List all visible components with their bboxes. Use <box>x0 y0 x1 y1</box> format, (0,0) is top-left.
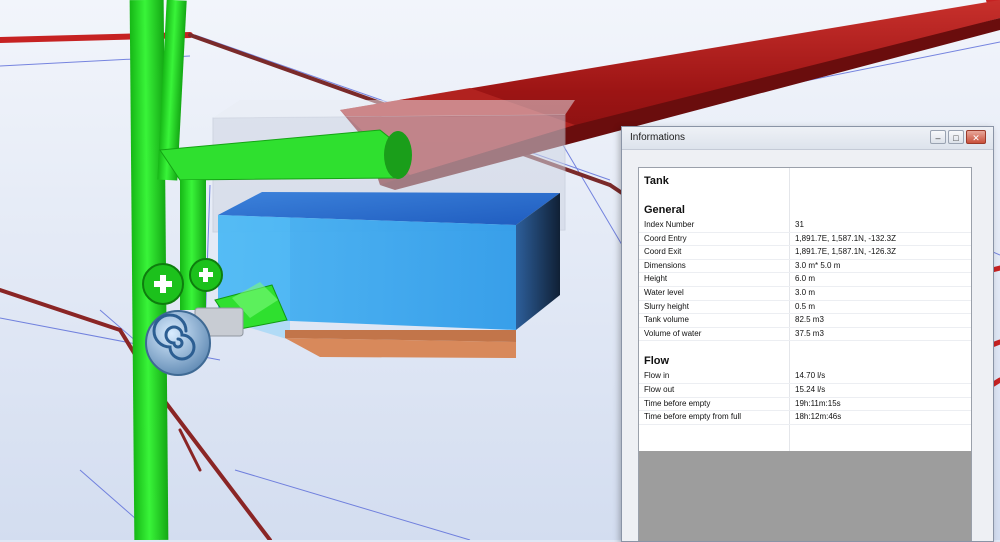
property-row: Time before empty 19h:11m:15s <box>639 398 971 412</box>
property-label: Water level <box>644 287 684 297</box>
property-label: Slurry height <box>644 301 689 311</box>
property-value: 1,891.7E, 1,587.1N, -132.3Z <box>795 233 896 243</box>
property-value: 14.70 l/s <box>795 371 826 381</box>
property-value: 0.5 m <box>795 301 816 311</box>
property-value: 82.5 m3 <box>795 315 824 325</box>
property-label: Tank volume <box>644 315 689 325</box>
property-row: Tank volume 82.5 m3 <box>639 314 971 328</box>
property-label: Coord Exit <box>644 247 682 257</box>
property-value: 15.24 l/s <box>795 384 826 394</box>
property-value: 31 <box>795 220 804 229</box>
property-label: Height <box>644 274 668 284</box>
property-row: Coord Entry 1,891.7E, 1,587.1N, -132.3Z <box>639 233 971 247</box>
property-row: Height 6.0 m <box>639 273 971 287</box>
property-label: Time before empty from full <box>644 412 742 422</box>
minimize-button[interactable]: – <box>930 130 946 144</box>
property-row: Index Number 31 <box>639 219 971 233</box>
property-label: Flow out <box>644 384 675 394</box>
property-label: Time before empty <box>644 398 711 408</box>
property-value: 3.0 m <box>795 287 816 297</box>
maximize-button[interactable]: □ <box>948 130 964 144</box>
property-row: Slurry height 0.5 m <box>639 301 971 315</box>
property-row: Coord Exit 1,891.7E, 1,587.1N, -126.3Z <box>639 246 971 260</box>
property-row: Dimensions 3.0 m* 5.0 m <box>639 260 971 274</box>
property-label: Volume of water <box>644 328 702 338</box>
empty-panel-area <box>639 451 971 541</box>
window-title: Informations <box>630 132 686 143</box>
informations-window[interactable]: Informations – □ ✕ Tank General Index Nu… <box>621 126 994 542</box>
add-icon[interactable] <box>142 263 184 305</box>
property-row: Flow in 14.70 l/s <box>639 370 971 384</box>
property-row: Time before empty from full 18h:12m:46s <box>639 411 971 425</box>
close-button[interactable]: ✕ <box>966 130 986 144</box>
property-row: Water level 3.0 m <box>639 287 971 301</box>
tank-heading: Tank <box>644 175 669 187</box>
window-titlebar[interactable]: Informations – □ ✕ <box>622 127 993 150</box>
property-label: Flow in <box>644 371 670 381</box>
property-row: Volume of water 37.5 m3 <box>639 328 971 342</box>
properties-panel[interactable]: Tank General Index Number 31 Coord Entry 1… <box>638 167 972 541</box>
property-label: Coord Entry <box>644 233 687 243</box>
property-label: Index Number <box>644 220 695 229</box>
add-icon[interactable] <box>189 258 223 292</box>
property-value: 3.0 m* 5.0 m <box>795 260 841 270</box>
general-heading: General <box>644 204 685 216</box>
flow-heading: Flow <box>644 355 670 368</box>
property-label: Dimensions <box>644 260 686 270</box>
property-value: 6.0 m <box>795 274 816 284</box>
property-row: Flow out 15.24 l/s <box>639 384 971 398</box>
property-value: 1,891.7E, 1,587.1N, -126.3Z <box>795 247 896 257</box>
property-value: 18h:12m:46s <box>795 412 842 422</box>
property-value: 37.5 m3 <box>795 328 824 338</box>
property-value: 19h:11m:15s <box>795 398 841 408</box>
